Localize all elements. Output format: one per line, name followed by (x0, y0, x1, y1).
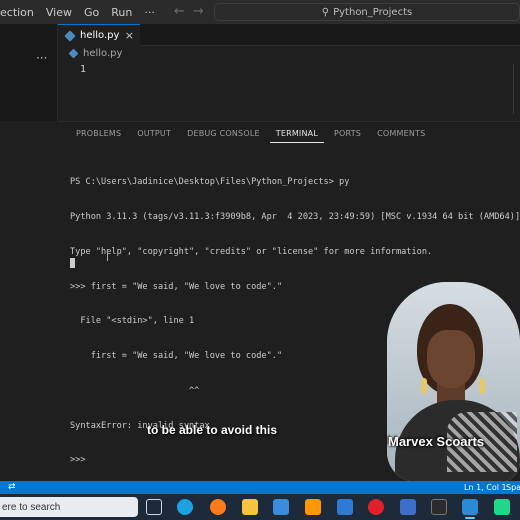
close-icon[interactable]: × (125, 29, 134, 42)
tab-label: hello.py (80, 30, 120, 41)
indent-spaces[interactable]: Spa (506, 483, 520, 492)
title-bar: ection View Go Run ··· ← → ⚲ Python_Proj… (0, 0, 520, 24)
tab-terminal[interactable]: TERMINAL (269, 129, 325, 143)
tab-hello-py[interactable]: hello.py × (58, 24, 140, 46)
presenter-webcam (387, 282, 520, 482)
taskbar-search-placeholder: ere to search (2, 501, 61, 513)
panel-left-strip (0, 121, 58, 481)
explorer-panel-edge: ··· (0, 24, 58, 121)
terminal-line: PS C:\Users\Jadinice\Desktop\Files\Pytho… (70, 177, 350, 188)
python-file-icon (64, 29, 76, 42)
presenter-name: Marvex Scoarts (388, 434, 485, 449)
tab-debug-console[interactable]: DEBUG CONSOLE (181, 129, 266, 143)
terminal-icon[interactable] (431, 499, 447, 515)
vscode-icon[interactable] (462, 499, 478, 519)
windows-taskbar: ere to search (0, 494, 520, 520)
menu-run[interactable]: Run (105, 6, 138, 19)
pycharm-icon[interactable] (494, 499, 510, 515)
edge-icon[interactable] (177, 499, 193, 515)
sublime-icon[interactable] (305, 499, 321, 515)
terminal-line: Type "help", "copyright", "credits" or "… (70, 246, 433, 257)
editor-ruler (513, 64, 514, 114)
tab-problems[interactable]: PROBLEMS (70, 129, 127, 143)
breadcrumb-file: hello.py (83, 48, 123, 59)
tab-ports[interactable]: PORTS (328, 129, 367, 143)
earring-left (421, 378, 427, 394)
menu-more-icon[interactable]: ··· (138, 6, 161, 19)
panel-tabs: PROBLEMS OUTPUT DEBUG CONSOLE TERMINAL P… (70, 129, 435, 143)
status-bar: ⇄ Ln 1, Col 1 Spa (0, 481, 520, 494)
firefox-icon[interactable] (210, 499, 226, 515)
nav-arrows: ← → (174, 4, 204, 19)
menu-selection[interactable]: ection (0, 6, 40, 19)
earring-right (479, 378, 485, 394)
python-icon[interactable] (400, 499, 416, 515)
tab-comments[interactable]: COMMENTS (371, 129, 431, 143)
file-explorer-icon[interactable] (242, 499, 258, 515)
taskbar-search-box[interactable]: ere to search (0, 497, 138, 517)
terminal-cursor (70, 258, 75, 268)
search-text: Python_Projects (333, 6, 413, 18)
mail-icon[interactable] (337, 499, 353, 515)
forward-arrow-icon[interactable]: → (193, 4, 204, 19)
task-view-icon[interactable] (146, 499, 162, 515)
menu-go[interactable]: Go (78, 6, 105, 19)
store-icon[interactable] (273, 499, 289, 515)
remote-icon[interactable]: ⇄ (8, 482, 16, 492)
cursor-position[interactable]: Ln 1, Col 1 (464, 483, 507, 492)
command-center-search[interactable]: ⚲ Python_Projects (214, 3, 520, 21)
breadcrumb[interactable]: hello.py (68, 48, 123, 59)
line-number: 1 (80, 64, 87, 75)
editor-tab-row: hello.py × (58, 24, 520, 46)
back-arrow-icon[interactable]: ← (174, 4, 185, 19)
editor-area[interactable]: hello.py 1 (58, 46, 520, 121)
video-subtitle: to be able to avoid this (147, 423, 278, 437)
menu-view[interactable]: View (40, 6, 78, 19)
opera-icon[interactable] (368, 499, 384, 515)
python-file-icon (68, 48, 79, 59)
mouse-ibeam-cursor (107, 249, 111, 261)
search-icon: ⚲ (321, 6, 330, 18)
terminal-line: Python 3.11.3 (tags/v3.11.3:f3909b8, Apr… (70, 211, 520, 222)
more-actions-icon[interactable]: ··· (36, 51, 47, 65)
tab-output[interactable]: OUTPUT (131, 129, 177, 143)
presenter-face (427, 330, 475, 388)
